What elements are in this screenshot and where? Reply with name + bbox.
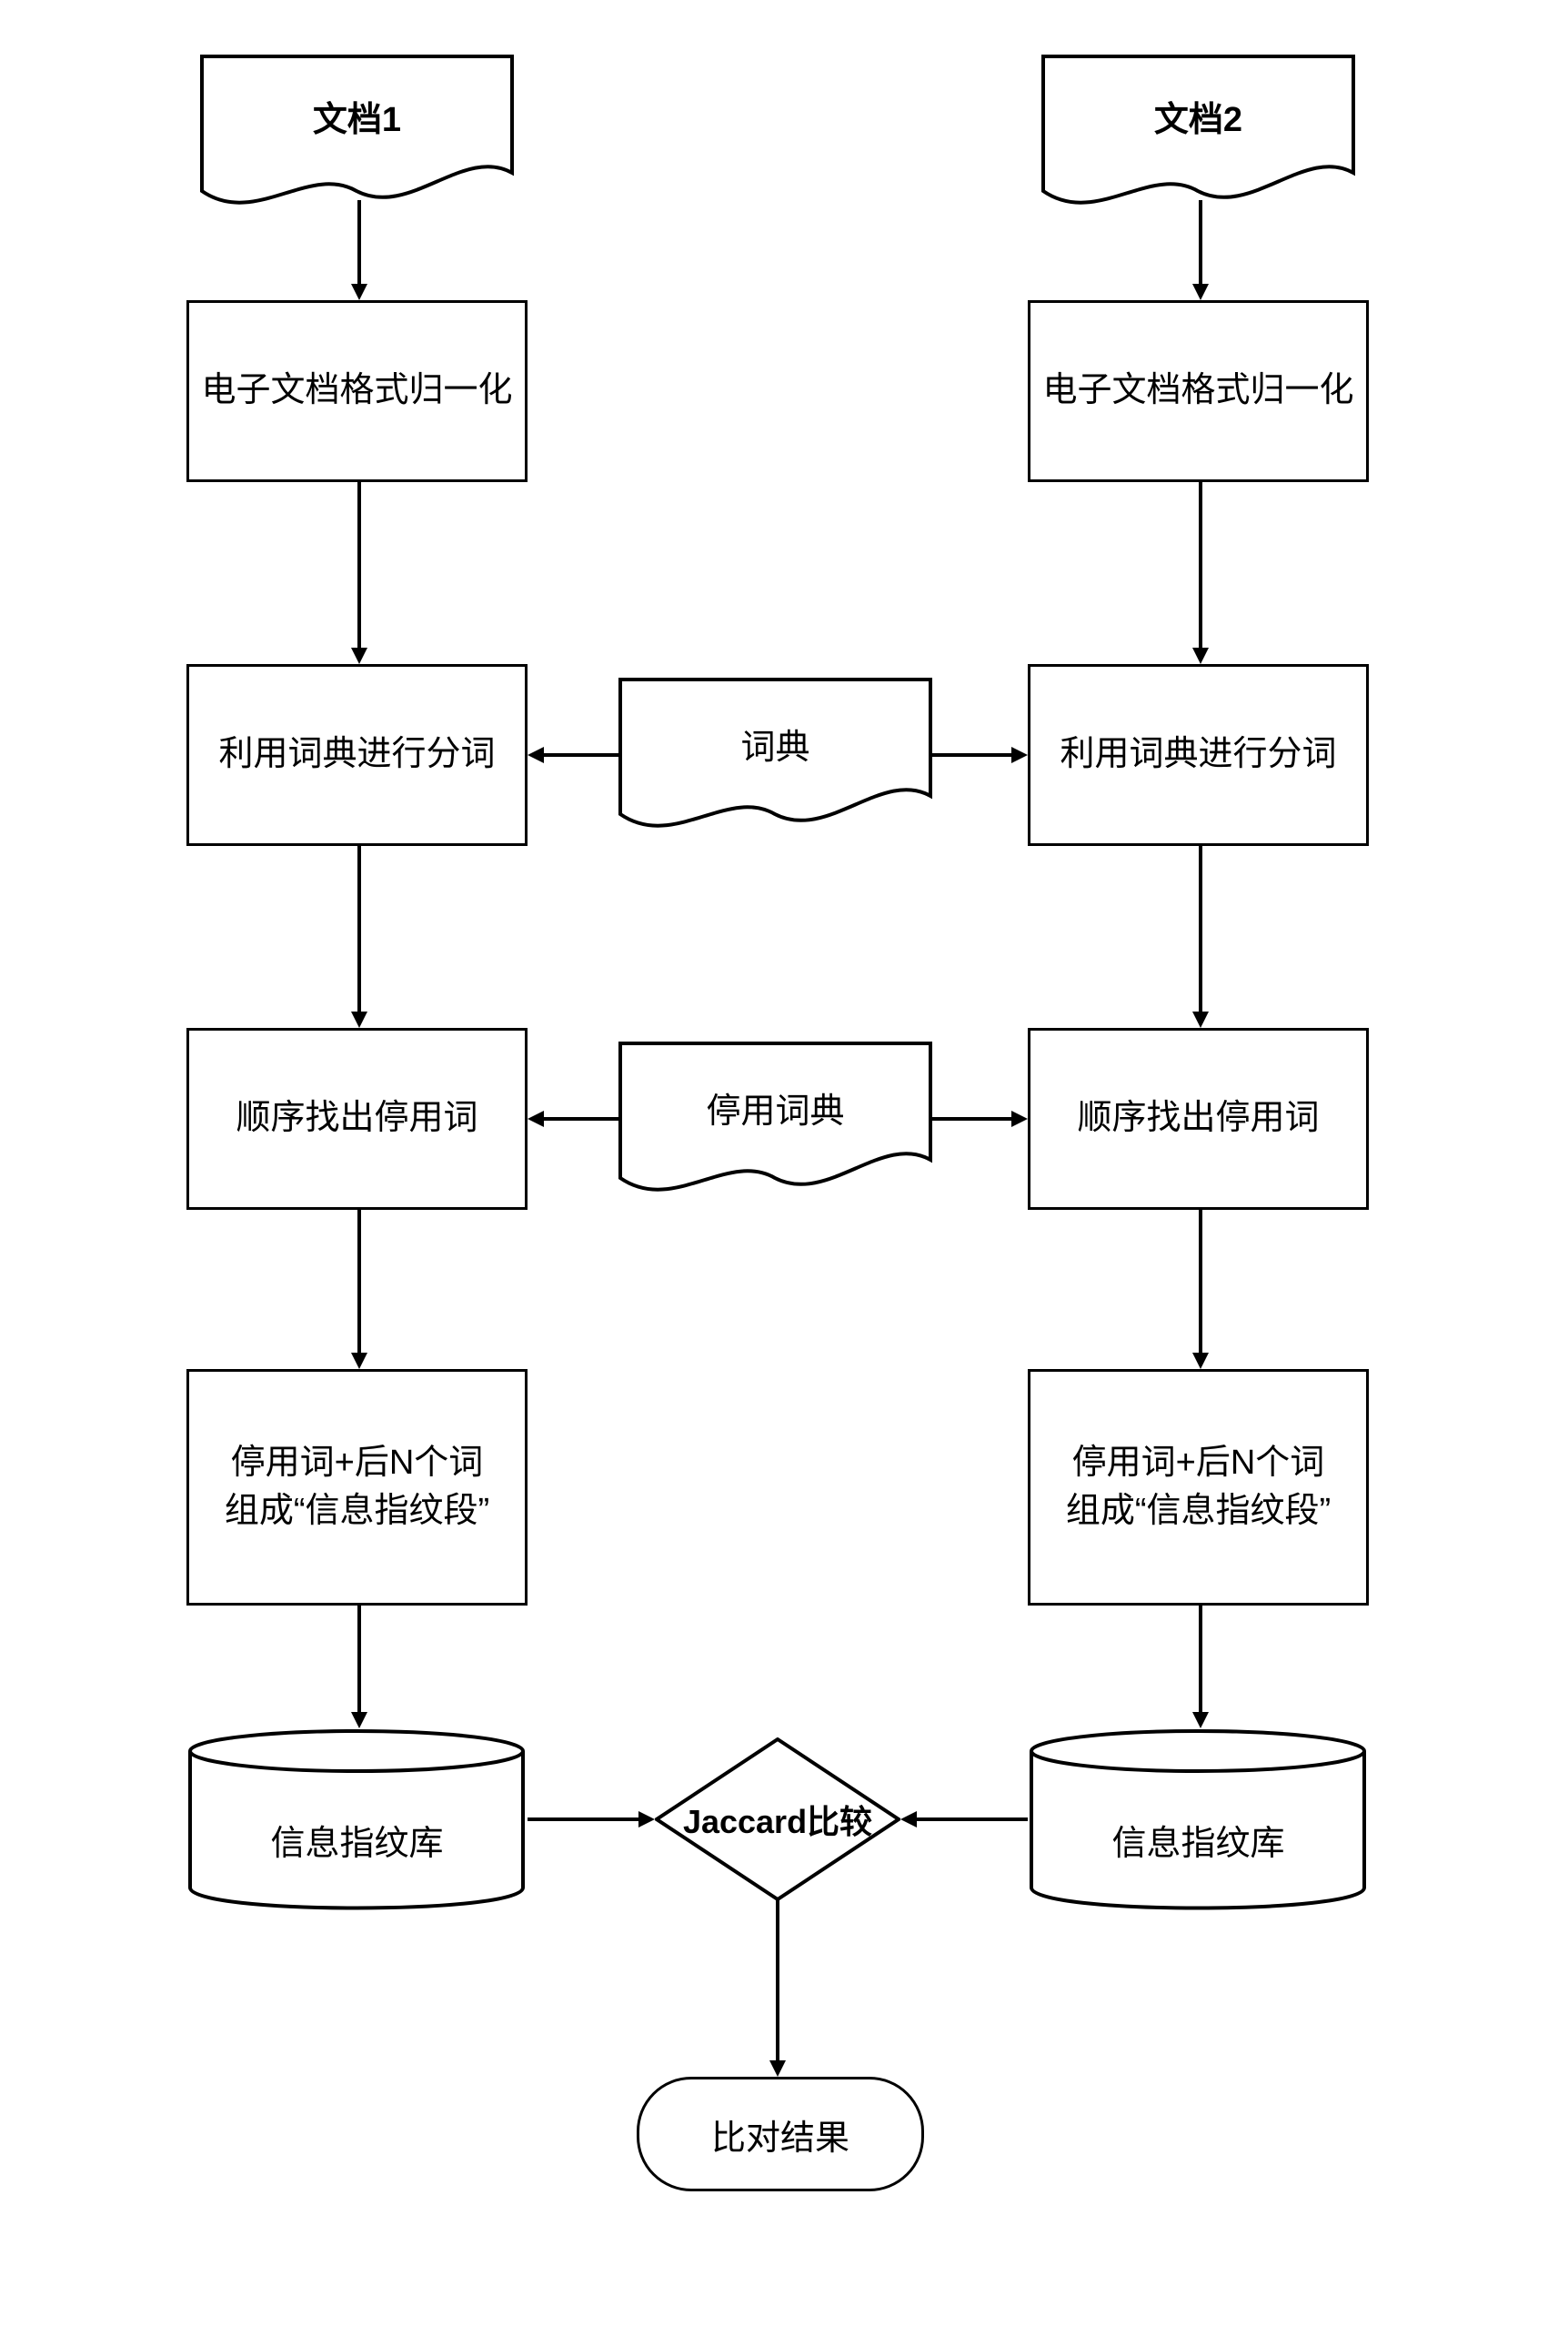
arrow-stopdict-stop1 <box>528 1105 618 1133</box>
fingerprint-left-label: 停用词+后N个词 组成“信息指纹段” <box>225 1439 489 1535</box>
stopword-left-label: 顺序找出停用词 <box>236 1094 477 1143</box>
repo-right-cylinder: 信息指纹库 <box>1028 1728 1369 1910</box>
document-1-shape: 文档1 <box>200 55 514 209</box>
arrow-tok1-stop1 <box>346 846 373 1028</box>
arrow-fp1-repo1 <box>346 1606 373 1728</box>
fingerprint-left-box: 停用词+后N个词 组成“信息指纹段” <box>186 1369 528 1606</box>
result-terminator: 比对结果 <box>637 2077 924 2191</box>
arrow-stop1-fp1 <box>346 1210 373 1369</box>
arrow-repo1-jaccard <box>528 1806 655 1833</box>
normalize-left-box: 电子文档格式归一化 <box>186 300 528 482</box>
document-2-label: 文档2 <box>1041 91 1355 141</box>
arrow-dict-tok2 <box>932 741 1028 769</box>
repo-left-cylinder: 信息指纹库 <box>186 1728 528 1910</box>
arrow-stop2-fp2 <box>1187 1210 1214 1369</box>
repo-left-label: 信息指纹库 <box>186 1815 528 1865</box>
tokenize-left-box: 利用词典进行分词 <box>186 664 528 846</box>
stopword-left-box: 顺序找出停用词 <box>186 1028 528 1210</box>
dictionary-label: 词典 <box>618 719 932 769</box>
jaccard-label: Jaccard比较 <box>683 1796 872 1843</box>
tokenize-right-box: 利用词典进行分词 <box>1028 664 1369 846</box>
normalize-right-label: 电子文档格式归一化 <box>1042 367 1353 415</box>
arrow-fp2-repo2 <box>1187 1606 1214 1728</box>
stopword-right-label: 顺序找出停用词 <box>1077 1094 1319 1143</box>
arrow-norm2-tok2 <box>1187 482 1214 664</box>
arrow-doc1-norm1 <box>346 200 373 300</box>
arrow-norm1-tok1 <box>346 482 373 664</box>
normalize-right-box: 电子文档格式归一化 <box>1028 300 1369 482</box>
arrow-stopdict-stop2 <box>932 1105 1028 1133</box>
arrow-doc2-norm2 <box>1187 200 1214 300</box>
result-label: 比对结果 <box>711 2109 849 2160</box>
stopword-right-box: 顺序找出停用词 <box>1028 1028 1369 1210</box>
fingerprint-right-label: 停用词+后N个词 组成“信息指纹段” <box>1066 1439 1331 1535</box>
arrow-repo2-jaccard <box>900 1806 1028 1833</box>
document-2-shape: 文档2 <box>1041 55 1355 209</box>
arrow-dict-tok1 <box>528 741 618 769</box>
dictionary-shape: 词典 <box>618 678 932 832</box>
stop-dictionary-shape: 停用词典 <box>618 1042 932 1196</box>
arrow-jaccard-result <box>764 1899 791 2077</box>
stop-dictionary-label: 停用词典 <box>618 1082 932 1133</box>
arrow-tok2-stop2 <box>1187 846 1214 1028</box>
tokenize-left-label: 利用词典进行分词 <box>218 730 495 779</box>
fingerprint-right-box: 停用词+后N个词 组成“信息指纹段” <box>1028 1369 1369 1606</box>
jaccard-decision: Jaccard比较 <box>655 1737 900 1901</box>
tokenize-right-label: 利用词典进行分词 <box>1060 730 1336 779</box>
document-1-label: 文档1 <box>200 91 514 141</box>
repo-right-label: 信息指纹库 <box>1028 1815 1369 1865</box>
normalize-left-label: 电子文档格式归一化 <box>201 367 512 415</box>
